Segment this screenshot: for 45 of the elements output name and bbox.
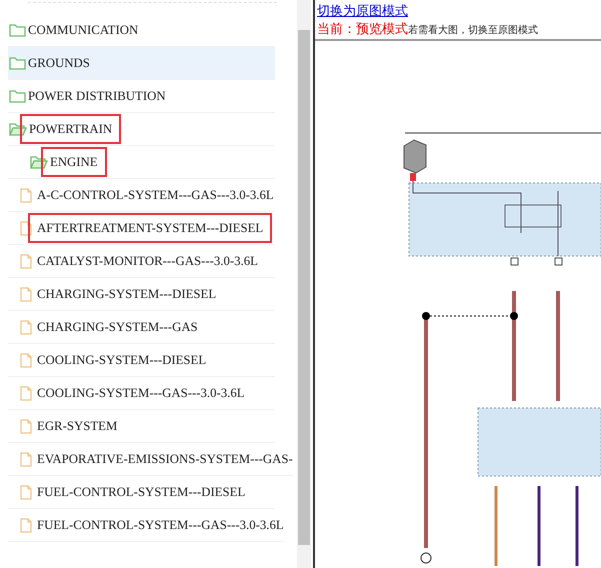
- item-label: CHARGING-SYSTEM---DIESEL: [36, 286, 218, 303]
- file-icon: [20, 518, 32, 532]
- item-label: CATALYST-MONITOR---GAS---3.0-3.6L: [36, 253, 259, 270]
- tree-item[interactable]: FUEL-CONTROL-SYSTEM---GAS---3.0-3.6L: [8, 509, 284, 542]
- tree-item[interactable]: POWER DISTRIBUTION: [8, 80, 275, 113]
- tree-item[interactable]: CHARGING-SYSTEM---DIESEL: [8, 278, 275, 311]
- item-label: COOLING-SYSTEM---DIESEL: [36, 352, 208, 369]
- tree-item[interactable]: GROUNDS: [8, 47, 275, 80]
- file-icon: [20, 320, 32, 334]
- item-label: POWERTRAIN: [20, 114, 122, 144]
- item-label: COOLING-SYSTEM---GAS---3.0-3.6L: [36, 385, 246, 402]
- switch-mode-link[interactable]: 切换为原图模式: [317, 3, 408, 20]
- item-label: AFTERTREATMENT-SYSTEM---DIESEL: [28, 213, 272, 243]
- scrollbar-thumb[interactable]: [298, 30, 310, 545]
- item-label: A-C-CONTROL-SYSTEM---GAS---3.0-3.6L: [36, 187, 275, 204]
- file-icon: [20, 484, 32, 500]
- item-label: EVAPORATIVE-EMISSIONS-SYSTEM---GAS-: [36, 451, 294, 468]
- tree-item[interactable]: COOLING-SYSTEM---DIESEL: [8, 344, 275, 377]
- mode-hint: 若需看大图，切换至原图模式: [408, 24, 538, 37]
- item-label: FUEL-CONTROL-SYSTEM---GAS---3.0-3.6L: [36, 517, 285, 534]
- file-icon: [20, 386, 32, 400]
- tree-item[interactable]: FUEL-CONTROL-SYSTEM---DIESEL: [8, 476, 275, 509]
- item-label: COMMUNICATION: [27, 22, 140, 39]
- tree-item[interactable]: EGR-SYSTEM: [8, 410, 275, 443]
- tree-item[interactable]: AFTERTREATMENT-SYSTEM---DIESEL: [8, 212, 275, 245]
- file-icon: [20, 188, 32, 202]
- item-label: EGR-SYSTEM: [36, 418, 118, 435]
- file-icon: [20, 418, 32, 434]
- file-icon: [20, 286, 32, 302]
- tree-item[interactable]: POWERTRAIN: [8, 113, 275, 146]
- tree-item[interactable]: CHARGING-SYSTEM---GAS: [8, 311, 275, 344]
- mode-label: 当前：预览模式: [317, 21, 408, 38]
- tree-item[interactable]: ENGINE: [8, 146, 275, 179]
- tree-item[interactable]: EVAPORATIVE-EMISSIONS-SYSTEM---GAS-: [8, 443, 293, 476]
- file-icon: [20, 254, 32, 268]
- file-icon: [20, 452, 32, 466]
- item-label: GROUNDS: [27, 55, 91, 72]
- tree-item[interactable]: CATALYST-MONITOR---GAS---3.0-3.6L: [8, 245, 275, 278]
- tree-item[interactable]: A-C-CONTROL-SYSTEM---GAS---3.0-3.6L: [8, 179, 275, 212]
- item-label: CHARGING-SYSTEM---GAS: [36, 319, 199, 336]
- item-label: FUEL-CONTROL-SYSTEM---DIESEL: [36, 484, 246, 501]
- item-label: ENGINE: [41, 147, 107, 177]
- item-label: POWER DISTRIBUTION: [27, 88, 167, 105]
- tree-item[interactable]: COOLING-SYSTEM---GAS---3.0-3.6L: [8, 377, 275, 410]
- file-icon: [20, 352, 32, 368]
